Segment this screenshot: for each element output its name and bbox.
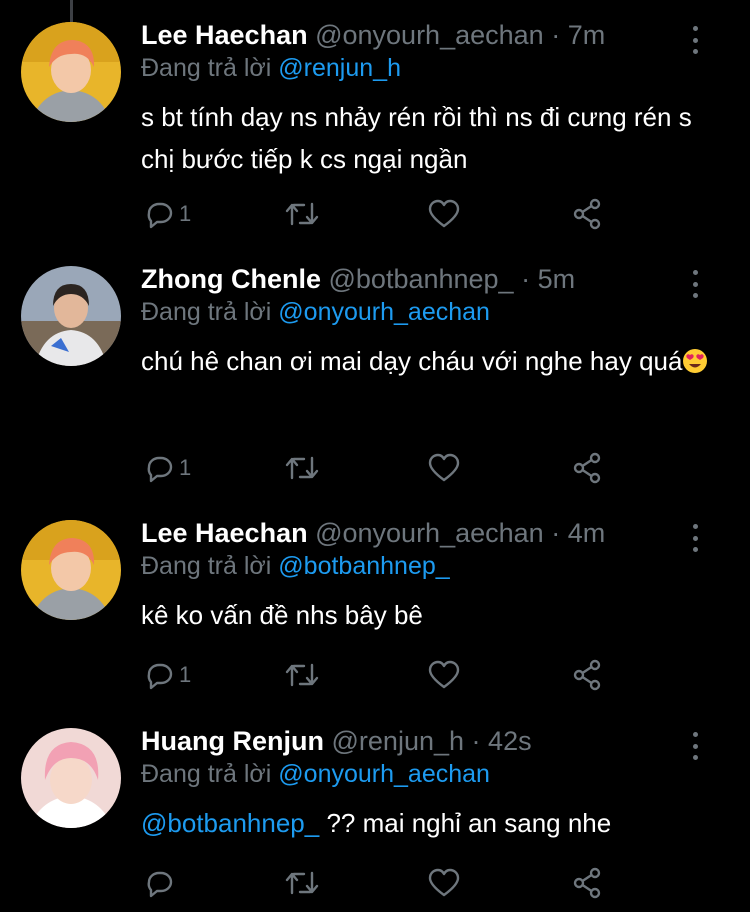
replying-mention[interactable]: @onyourh_aechan [278,298,490,326]
tweet[interactable]: Huang Renjun @renjun_h · 42s Đang trả lờ… [0,726,750,912]
heart-eyes-emoji [683,349,708,373]
timestamp[interactable]: 7m [568,20,606,50]
user-handle[interactable]: @renjun_h [332,726,465,756]
action-bar: 1 [141,658,611,692]
tweet-header: Lee Haechan @onyourh_aechan · 4m [141,516,605,550]
like-icon [428,868,460,897]
action-bar [141,866,611,900]
replying-to: Đang trả lời @onyourh_aechan [141,295,490,329]
more-icon[interactable] [683,270,707,298]
tweet-text-container: @botbanhnep_ ?? mai nghỉ an sang nhe [141,802,721,844]
user-handle[interactable]: @onyourh_aechan [315,518,544,548]
tweet-text: kê ko vấn đề nhs bây bê [141,600,423,630]
action-bar: 1 [141,197,611,231]
tweet-header: Huang Renjun @renjun_h · 42s [141,724,532,758]
share-button[interactable] [571,451,605,485]
reply-count: 1 [179,662,192,687]
reply-button[interactable]: 1 [143,451,191,485]
tweet[interactable]: Lee Haechan @onyourh_aechan · 4m Đang tr… [0,518,750,700]
avatar-image [21,520,121,620]
reply-button[interactable]: 1 [143,658,191,692]
reply-count: 1 [179,201,192,226]
share-button[interactable] [571,658,605,692]
retweet-button[interactable] [284,451,320,485]
avatar[interactable] [21,22,121,122]
like-icon [428,199,460,228]
separator: · [551,518,561,548]
like-icon [428,453,460,482]
reply-count: 1 [179,455,192,480]
replying-prefix: Đang trả lời [141,54,272,82]
tweet-text-container: chú hê chan ơi mai dạy cháu với nghe hay… [141,340,721,382]
like-button[interactable] [427,866,461,900]
tweet[interactable]: Zhong Chenle @botbanhnep_ · 5m Đang trả … [0,264,750,486]
avatar-image [21,266,121,366]
more-icon[interactable] [683,26,707,54]
replying-to: Đang trả lời @botbanhnep_ [141,549,450,583]
retweet-icon [285,871,319,895]
like-button[interactable] [427,197,461,231]
avatar[interactable] [21,728,121,828]
share-button[interactable] [571,866,605,900]
share-button[interactable] [571,197,605,231]
separator: · [521,264,531,294]
replying-mention[interactable]: @renjun_h [278,54,401,82]
retweet-icon [285,456,319,480]
replying-prefix: Đang trả lời [141,760,272,788]
replying-prefix: Đang trả lời [141,552,272,580]
separator: · [551,20,561,50]
display-name[interactable]: Zhong Chenle [141,264,321,294]
retweet-button[interactable] [284,658,320,692]
avatar-image [21,22,121,122]
share-icon [573,452,601,484]
user-handle[interactable]: @onyourh_aechan [315,20,544,50]
replying-to: Đang trả lời @renjun_h [141,51,401,85]
retweet-icon [285,202,319,226]
reply-button[interactable] [143,866,179,900]
retweet-button[interactable] [284,866,320,900]
tweet-text: s bt tính dạy ns nhảy rén rồi thì ns đi … [141,102,692,174]
like-icon [428,660,460,689]
avatar[interactable] [21,520,121,620]
timestamp[interactable]: 42s [488,726,532,756]
separator: · [471,726,481,756]
action-bar: 1 [141,451,611,485]
reply-icon [147,871,173,898]
more-icon[interactable] [683,732,707,760]
display-name[interactable]: Lee Haechan [141,20,308,50]
avatar-image [21,728,121,828]
share-icon [573,867,601,899]
reply-button[interactable]: 1 [143,197,191,231]
replying-prefix: Đang trả lời [141,298,272,326]
avatar[interactable] [21,266,121,366]
tweet-text: ?? mai nghỉ an sang nhe [326,808,612,838]
retweet-icon [285,663,319,687]
body-mention[interactable]: @botbanhnep_ [141,808,319,838]
reply-icon [147,202,173,229]
like-button[interactable] [427,658,461,692]
timestamp[interactable]: 4m [568,518,606,548]
tweet-header: Zhong Chenle @botbanhnep_ · 5m [141,262,575,296]
tweet-text: chú hê chan ơi mai dạy cháu với nghe hay… [141,346,683,376]
retweet-button[interactable] [284,197,320,231]
display-name[interactable]: Lee Haechan [141,518,308,548]
more-icon[interactable] [683,524,707,552]
reply-icon [147,663,173,690]
share-icon [573,198,601,230]
timestamp[interactable]: 5m [538,264,576,294]
replying-to: Đang trả lời @onyourh_aechan [141,757,490,791]
reply-icon [147,456,173,483]
share-icon [573,659,601,691]
user-handle[interactable]: @botbanhnep_ [329,264,514,294]
replying-mention[interactable]: @botbanhnep_ [278,552,449,580]
like-button[interactable] [427,451,461,485]
tweet[interactable]: Lee Haechan @onyourh_aechan · 7m Đang tr… [0,20,750,232]
replying-mention[interactable]: @onyourh_aechan [278,760,490,788]
tweet-header: Lee Haechan @onyourh_aechan · 7m [141,18,605,52]
display-name[interactable]: Huang Renjun [141,726,324,756]
